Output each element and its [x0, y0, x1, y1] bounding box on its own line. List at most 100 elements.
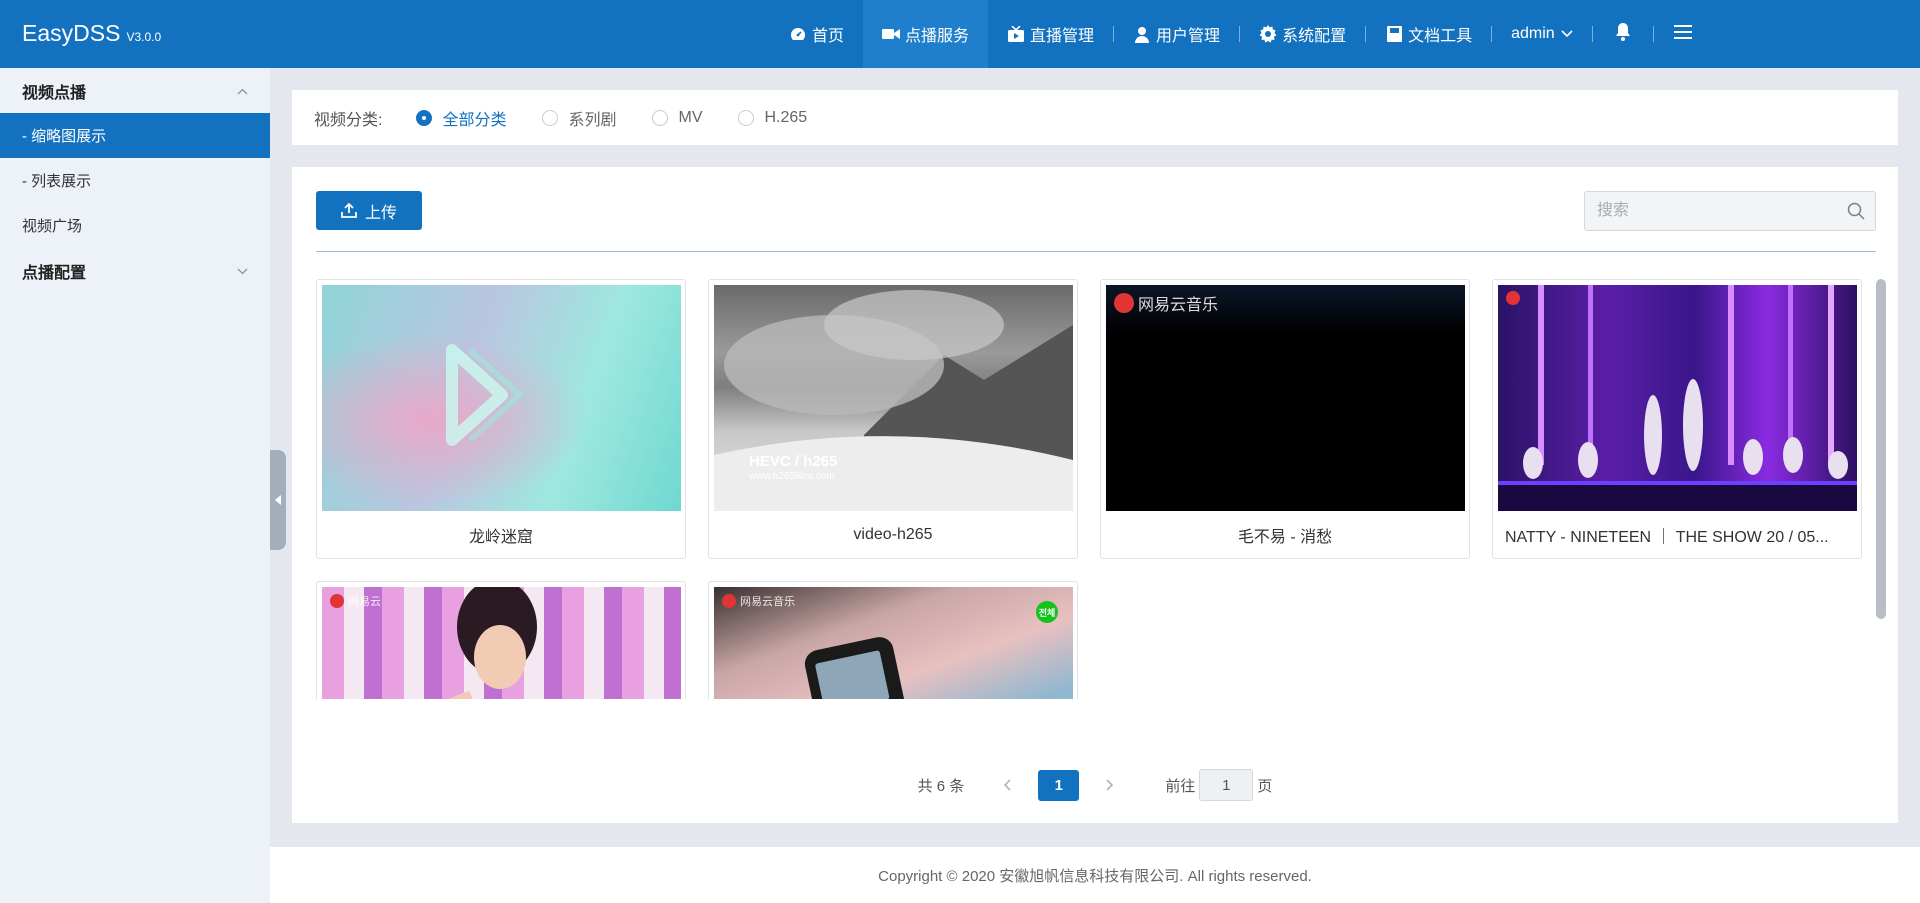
radio-label: 全部分类 [442, 111, 507, 129]
copyright-text: Copyright © 2020 安徽旭帆信息科技有限公司. All right… [878, 867, 1312, 885]
radio-dot [416, 109, 433, 126]
radio-dot [652, 109, 669, 126]
nav-system-config[interactable]: 系统配置 [1240, 0, 1365, 68]
document-icon [1385, 25, 1403, 43]
chevron-down-icon [1561, 30, 1573, 38]
sidebar-collapse-handle[interactable] [270, 450, 286, 550]
netease-music-logo-icon [330, 594, 344, 608]
main-nav: 首页 点播服务 直播管理 用户管理 系统配置 文档工具 admin [770, 0, 1712, 68]
video-card[interactable]: 网易云音乐 전체 [708, 581, 1078, 699]
sidebar-item-label: - 列表展示 [22, 173, 92, 190]
nav-user-management[interactable]: 用户管理 [1114, 0, 1239, 68]
video-title[interactable]: 龙岭迷窟 [317, 511, 685, 559]
video-card[interactable]: 网易云 [316, 581, 686, 699]
nav-system-config-label: 系统配置 [1282, 28, 1347, 45]
nav-home-label: 首页 [812, 28, 845, 45]
brand-logo[interactable]: EasyDSS V3.0.0 [22, 20, 161, 48]
video-overlay-subtext: www.h265files.com [749, 471, 835, 482]
menu-toggle-button[interactable] [1654, 0, 1712, 68]
upload-icon [341, 203, 357, 218]
chevron-down-icon [237, 262, 248, 280]
category-filter-bar: 视频分类: 全部分类 系列剧 MV H.265 [292, 90, 1898, 145]
video-grid: 龙岭迷窟 HEVC / h265 www.h265files.com video… [316, 279, 1880, 699]
bell-icon [1615, 22, 1631, 46]
radio-label: H.265 [764, 108, 808, 126]
sidebar-item-label: 视频广场 [22, 218, 83, 235]
sidebar-item-video-square[interactable]: 视频广场 [0, 203, 270, 248]
rating-badge: 전체 [1036, 601, 1058, 623]
watermark: 网易云音乐 [1114, 291, 1218, 315]
nav-live-management[interactable]: 直播管理 [988, 0, 1113, 68]
sidebar-group-vod[interactable]: 视频点播 [0, 68, 270, 113]
video-title[interactable]: 毛不易 - 消愁 [1101, 511, 1469, 559]
video-thumbnail[interactable] [322, 285, 681, 511]
user-name: admin [1511, 25, 1555, 42]
search-icon[interactable] [1847, 202, 1865, 224]
nav-user-management-label: 用户管理 [1156, 28, 1221, 45]
upload-label: 上传 [364, 204, 397, 222]
toolbar-divider [316, 251, 1876, 252]
sidebar: 视频点播 - 缩略图展示 - 列表展示 视频广场 点播配置 [0, 68, 270, 903]
goto-prefix: 前往 [1165, 777, 1196, 795]
goto-suffix: 页 [1257, 777, 1273, 795]
radio-dot [542, 109, 559, 126]
hamburger-menu-icon [1673, 24, 1692, 44]
grid-scrollbar[interactable] [1876, 279, 1886, 619]
notification-button[interactable] [1593, 0, 1653, 68]
netease-music-logo-icon [722, 594, 736, 608]
sidebar-group-vod-config[interactable]: 点播配置 [0, 248, 270, 293]
sidebar-group-label: 点播配置 [22, 264, 87, 282]
netease-music-logo-icon [1114, 293, 1134, 313]
video-card[interactable]: NATTY - NINETEEN ｜ THE SHOW 20 / 05... [1492, 279, 1862, 559]
next-page-button[interactable] [1095, 770, 1125, 800]
top-navigation-bar: EasyDSS V3.0.0 首页 点播服务 直播管理 用户管理 系统配置 文档… [0, 0, 1920, 68]
chevron-right-icon [1106, 779, 1114, 791]
radio-all-categories[interactable]: 全部分类 [416, 106, 506, 130]
video-camera-icon [882, 25, 901, 43]
video-thumbnail[interactable]: 网易云 [322, 587, 681, 699]
total-count: 共 6 条 [917, 777, 965, 795]
video-thumbnail[interactable]: 网易云音乐 [1106, 285, 1465, 511]
search-input[interactable] [1585, 192, 1825, 230]
user-menu[interactable]: admin [1492, 0, 1592, 68]
watermark-text: 网易云音乐 [1138, 297, 1219, 314]
user-icon [1133, 25, 1151, 43]
video-card[interactable]: 龙岭迷窟 [316, 279, 686, 559]
sidebar-group-label: 视频点播 [22, 84, 87, 102]
video-thumbnail[interactable] [1498, 285, 1857, 511]
video-title[interactable]: NATTY - NINETEEN ｜ THE SHOW 20 / 05... [1493, 511, 1861, 559]
brand-version: V3.0.0 [126, 30, 162, 44]
page-number-button[interactable]: 1 [1038, 769, 1080, 801]
sidebar-item-thumbnail-view[interactable]: - 缩略图展示 [0, 113, 270, 158]
chevron-left-icon [1004, 779, 1011, 791]
radio-series[interactable]: 系列剧 [542, 106, 616, 130]
filter-label: 视频分类: [314, 111, 383, 129]
caret-left-icon [275, 492, 281, 509]
sidebar-item-list-view[interactable]: - 列表展示 [0, 158, 270, 203]
brand-name: EasyDSS [22, 20, 121, 46]
footer: Copyright © 2020 安徽旭帆信息科技有限公司. All right… [270, 847, 1920, 903]
search-box [1584, 191, 1876, 231]
nav-home[interactable]: 首页 [770, 0, 863, 68]
nav-doc-tools-label: 文档工具 [1408, 28, 1473, 45]
goto-page-input[interactable] [1199, 769, 1254, 801]
watermark: 网易云 [330, 593, 381, 609]
watermark: 网易云音乐 [722, 593, 795, 609]
nav-live-management-label: 直播管理 [1030, 28, 1095, 45]
nav-doc-tools[interactable]: 文档工具 [1366, 0, 1491, 68]
video-thumbnail[interactable]: HEVC / h265 www.h265files.com [714, 285, 1073, 511]
radio-h265[interactable]: H.265 [738, 109, 807, 127]
radio-dot [738, 109, 755, 126]
nav-vod-service[interactable]: 点播服务 [863, 0, 989, 68]
radio-mv[interactable]: MV [652, 109, 702, 127]
video-card[interactable]: HEVC / h265 www.h265files.com video-h265 [708, 279, 1078, 559]
nav-vod-service-label: 点播服务 [905, 28, 970, 45]
chevron-up-icon [237, 82, 248, 100]
upload-button[interactable]: 上传 [316, 191, 422, 230]
video-thumbnail[interactable]: 网易云音乐 전체 [714, 587, 1073, 699]
video-card[interactable]: 网易云音乐 毛不易 - 消愁 [1100, 279, 1470, 559]
watermark-text: 网易云音乐 [740, 596, 795, 608]
watermark [1506, 291, 1524, 305]
video-title[interactable]: video-h265 [709, 511, 1077, 559]
prev-page-button[interactable] [992, 770, 1022, 800]
